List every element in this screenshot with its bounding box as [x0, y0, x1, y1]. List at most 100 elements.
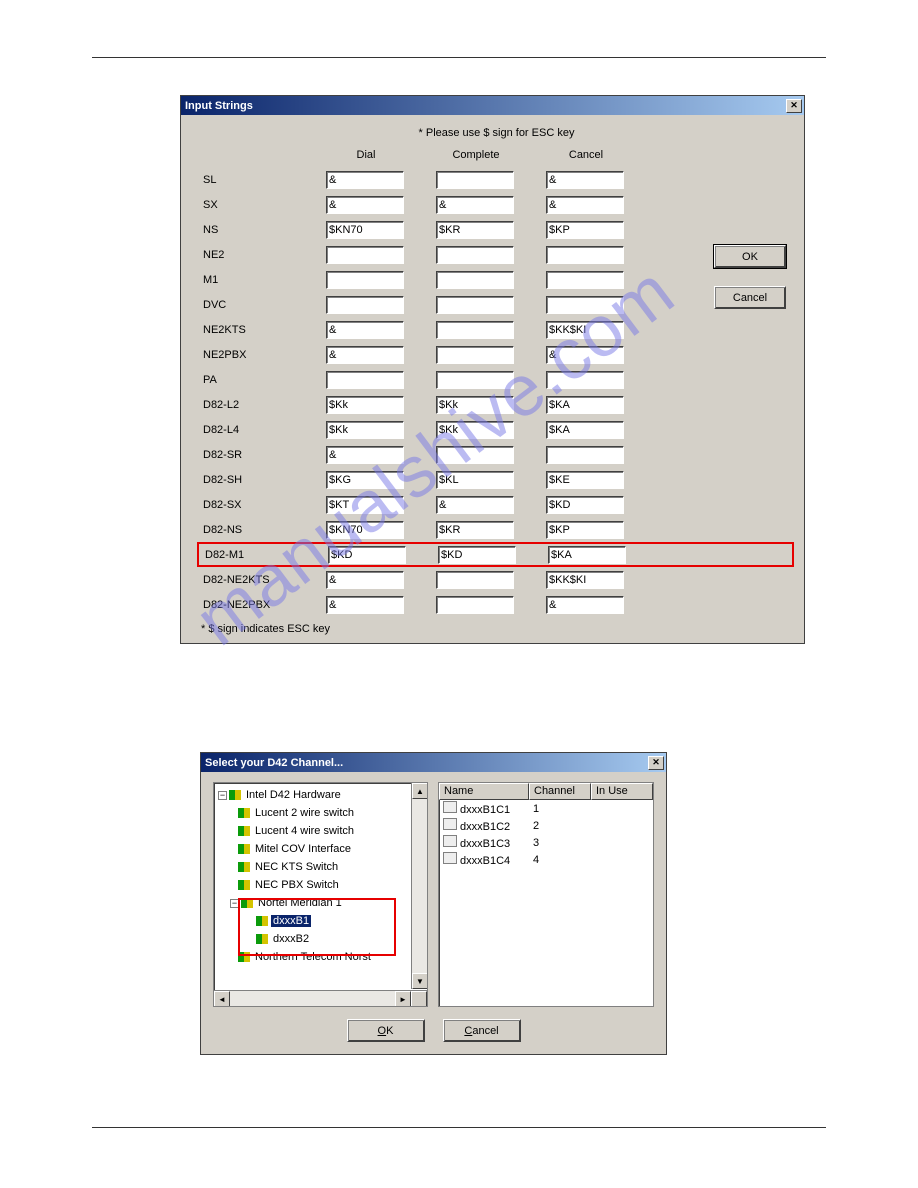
- dial-input[interactable]: [326, 446, 404, 464]
- cancel-input[interactable]: [546, 421, 624, 439]
- input-strings-dialog: Input Strings ✕ * Please use $ sign for …: [180, 95, 805, 644]
- cancel-input[interactable]: [546, 471, 624, 489]
- row-label: NS: [201, 224, 326, 236]
- complete-input[interactable]: [436, 171, 514, 189]
- cancel-input[interactable]: [548, 546, 626, 564]
- close-icon[interactable]: ✕: [648, 756, 664, 770]
- complete-input[interactable]: [438, 546, 516, 564]
- cancel-input[interactable]: [546, 446, 624, 464]
- cancel-input[interactable]: [546, 246, 624, 264]
- cancel-input[interactable]: [546, 346, 624, 364]
- collapse-icon[interactable]: −: [218, 791, 227, 800]
- row-label: NE2PBX: [201, 349, 326, 361]
- dial-input[interactable]: [326, 571, 404, 589]
- list-item[interactable]: dxxxB1C44: [439, 851, 653, 868]
- cancel-input[interactable]: [546, 371, 624, 389]
- tree-item[interactable]: −Intel D42 Hardware: [216, 786, 427, 804]
- scrollbar-horizontal[interactable]: ◄ ►: [214, 990, 427, 1006]
- tree-item[interactable]: Mitel COV Interface: [216, 840, 427, 858]
- scroll-right-icon[interactable]: ►: [395, 991, 411, 1007]
- complete-input[interactable]: [436, 321, 514, 339]
- complete-input[interactable]: [436, 471, 514, 489]
- tree-item[interactable]: Northern Telecom Norst: [216, 948, 427, 966]
- dial-input[interactable]: [326, 471, 404, 489]
- cancel-input[interactable]: [546, 571, 624, 589]
- dial-input[interactable]: [326, 396, 404, 414]
- list-col-name[interactable]: Name: [439, 783, 529, 800]
- dial-input[interactable]: [328, 546, 406, 564]
- dial-input[interactable]: [326, 221, 404, 239]
- dial-input[interactable]: [326, 346, 404, 364]
- list-item[interactable]: dxxxB1C33: [439, 834, 653, 851]
- tree-item[interactable]: dxxxB1: [216, 912, 427, 930]
- device-icon: [238, 844, 250, 854]
- dial-input[interactable]: [326, 421, 404, 439]
- complete-input[interactable]: [436, 421, 514, 439]
- cancel-input[interactable]: [546, 296, 624, 314]
- scroll-down-icon[interactable]: ▼: [412, 973, 428, 989]
- complete-input[interactable]: [436, 221, 514, 239]
- complete-input[interactable]: [436, 596, 514, 614]
- row-label: D82-SX: [201, 499, 326, 511]
- tree-item[interactable]: dxxxB2: [216, 930, 427, 948]
- complete-input[interactable]: [436, 196, 514, 214]
- dial-input[interactable]: [326, 196, 404, 214]
- tree-item[interactable]: NEC PBX Switch: [216, 876, 427, 894]
- tree-item[interactable]: −Nortel Meridian 1: [216, 894, 427, 912]
- dial-input[interactable]: [326, 496, 404, 514]
- dial-input[interactable]: [326, 596, 404, 614]
- device-icon: [229, 790, 241, 800]
- cancel-input[interactable]: [546, 271, 624, 289]
- cancel-button[interactable]: Cancel: [443, 1019, 521, 1042]
- dial-input[interactable]: [326, 246, 404, 264]
- list-item[interactable]: dxxxB1C11: [439, 800, 653, 817]
- scroll-left-icon[interactable]: ◄: [214, 991, 230, 1007]
- complete-input[interactable]: [436, 371, 514, 389]
- list-col-inuse[interactable]: In Use: [591, 783, 653, 800]
- tree-item[interactable]: NEC KTS Switch: [216, 858, 427, 876]
- scrollbar-vertical[interactable]: ▲ ▼: [411, 783, 427, 989]
- cancel-input[interactable]: [546, 496, 624, 514]
- dial-input[interactable]: [326, 271, 404, 289]
- complete-input[interactable]: [436, 396, 514, 414]
- dial-input[interactable]: [326, 521, 404, 539]
- complete-input[interactable]: [436, 446, 514, 464]
- device-icon: [238, 880, 250, 890]
- device-icon: [238, 826, 250, 836]
- tree-item[interactable]: Lucent 4 wire switch: [216, 822, 427, 840]
- row-label: D82-L4: [201, 424, 326, 436]
- dial-input[interactable]: [326, 171, 404, 189]
- channel-icon: [443, 818, 457, 830]
- complete-input[interactable]: [436, 296, 514, 314]
- complete-input[interactable]: [436, 246, 514, 264]
- complete-input[interactable]: [436, 271, 514, 289]
- cancel-input[interactable]: [546, 521, 624, 539]
- complete-input[interactable]: [436, 496, 514, 514]
- cancel-input[interactable]: [546, 171, 624, 189]
- cancel-input[interactable]: [546, 321, 624, 339]
- list-item[interactable]: dxxxB1C22: [439, 817, 653, 834]
- list-col-channel[interactable]: Channel: [529, 783, 591, 800]
- complete-input[interactable]: [436, 521, 514, 539]
- cancel-button[interactable]: Cancel: [714, 286, 786, 309]
- cancel-input[interactable]: [546, 196, 624, 214]
- scroll-up-icon[interactable]: ▲: [412, 783, 428, 799]
- table-row: NE2KTS: [201, 317, 792, 342]
- close-icon[interactable]: ✕: [786, 99, 802, 113]
- tree-item[interactable]: Lucent 2 wire switch: [216, 804, 427, 822]
- complete-input[interactable]: [436, 346, 514, 364]
- table-row: SL: [201, 167, 792, 192]
- dial-input[interactable]: [326, 371, 404, 389]
- cancel-input[interactable]: [546, 221, 624, 239]
- col-header-dial: Dial: [326, 149, 406, 161]
- dial-input[interactable]: [326, 296, 404, 314]
- complete-input[interactable]: [436, 571, 514, 589]
- ok-button[interactable]: OK: [714, 245, 786, 268]
- cancel-input[interactable]: [546, 596, 624, 614]
- tree-pane[interactable]: −Intel D42 HardwareLucent 2 wire switchL…: [213, 782, 428, 1007]
- cancel-input[interactable]: [546, 396, 624, 414]
- dial-input[interactable]: [326, 321, 404, 339]
- list-pane[interactable]: Name Channel In Use dxxxB1C11dxxxB1C22dx…: [438, 782, 654, 1007]
- ok-button[interactable]: OK: [347, 1019, 425, 1042]
- collapse-icon[interactable]: −: [230, 899, 239, 908]
